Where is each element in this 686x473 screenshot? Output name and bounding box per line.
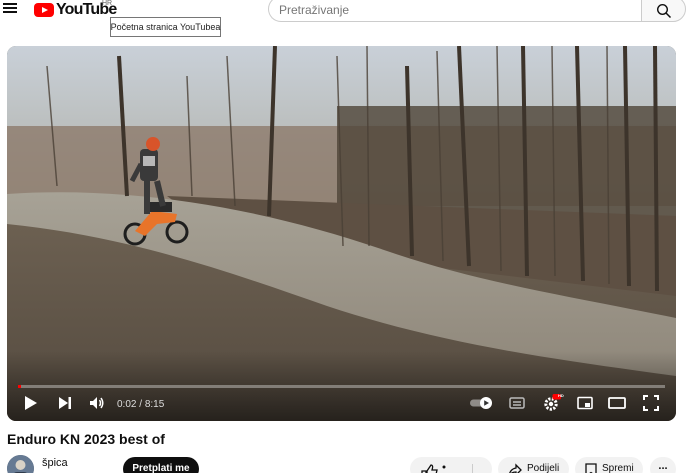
search-input[interactable] xyxy=(269,0,642,21)
home-tooltip: Početna stranica YouTubea xyxy=(110,17,221,37)
miniplayer-button[interactable] xyxy=(573,391,597,415)
share-label: Podijeli xyxy=(527,463,560,473)
video-title: Enduro KN 2023 best of xyxy=(7,431,165,447)
menu-icon[interactable] xyxy=(2,1,18,17)
time-separator: / xyxy=(139,399,143,410)
fullscreen-button[interactable] xyxy=(639,391,663,415)
play-button[interactable] xyxy=(19,391,43,415)
autoplay-toggle-icon xyxy=(470,397,492,409)
channel-name[interactable]: špica xyxy=(42,457,68,469)
time-display: 0:02 / 8:15 xyxy=(117,399,164,410)
volume-icon xyxy=(90,397,104,409)
avatar[interactable] xyxy=(7,455,34,473)
settings-button[interactable]: HD xyxy=(539,391,565,415)
settings-badge: HD xyxy=(558,393,564,398)
progress-fill xyxy=(18,385,21,388)
current-time: 0:02 xyxy=(117,399,137,410)
theater-mode-button[interactable] xyxy=(605,391,629,415)
miniplayer-icon xyxy=(577,396,593,410)
share-button[interactable]: Podijeli xyxy=(498,457,569,473)
more-actions-button[interactable]: ... xyxy=(650,457,676,473)
like-icon xyxy=(421,464,446,473)
fullscreen-icon xyxy=(643,395,659,411)
autoplay-toggle[interactable] xyxy=(468,391,496,415)
like-dislike-button[interactable] xyxy=(410,457,492,473)
duration: 8:15 xyxy=(144,399,165,410)
next-icon xyxy=(59,397,71,409)
more-actions-icon: ... xyxy=(658,460,668,472)
like-divider xyxy=(472,464,473,473)
search-box[interactable] xyxy=(268,0,642,22)
save-label: Spremi xyxy=(602,463,634,473)
subscribe-button[interactable]: Pretplati me xyxy=(123,457,199,473)
search-icon xyxy=(656,3,671,18)
youtube-logo-icon xyxy=(34,3,54,17)
region-code: HR xyxy=(102,0,113,7)
subtitles-button[interactable] xyxy=(505,391,529,415)
save-button[interactable]: Spremi xyxy=(575,457,643,473)
subtitles-icon xyxy=(509,397,525,409)
next-button[interactable] xyxy=(53,391,77,415)
volume-button[interactable] xyxy=(85,391,109,415)
share-icon xyxy=(509,463,522,473)
progress-bar[interactable] xyxy=(18,385,665,388)
theater-mode-icon xyxy=(608,397,626,409)
search-button[interactable] xyxy=(641,0,686,22)
play-icon xyxy=(25,396,37,410)
save-icon xyxy=(585,463,597,473)
video-player[interactable]: 0:02 / 8:15 HD xyxy=(7,46,676,421)
